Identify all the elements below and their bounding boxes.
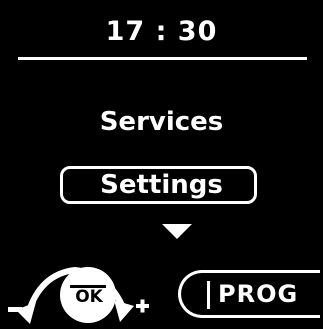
down-triangle-icon <box>162 224 192 239</box>
prog-separator <box>207 281 210 309</box>
plus-icon-v <box>140 299 145 313</box>
menu-item-settings[interactable]: Settings <box>0 169 323 201</box>
prog-label: PROG <box>218 280 299 308</box>
prog-button[interactable]: PROG <box>178 270 320 318</box>
clock-time: 17 : 30 <box>105 16 218 47</box>
device-display: 17 : 30 Services Settings OK PROG <box>0 0 323 329</box>
header-divider <box>18 57 307 60</box>
rotate-right-arrowhead <box>114 300 134 322</box>
rotate-left-arrowhead <box>16 302 36 324</box>
menu-item-services[interactable]: Services <box>0 106 323 138</box>
ok-button[interactable]: OK <box>63 287 115 307</box>
